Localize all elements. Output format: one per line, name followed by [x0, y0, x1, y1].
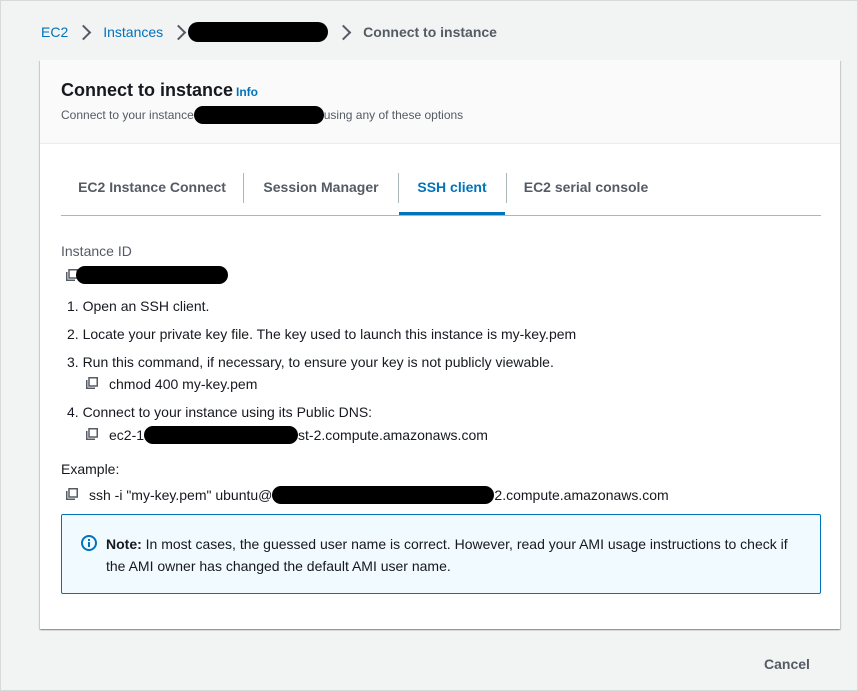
description-prefix: Connect to your instance — [61, 108, 194, 122]
description-suffix: using any of these options — [323, 108, 464, 122]
chmod-command: chmod 400 my-key.pem — [109, 376, 258, 392]
step-1: 1. Open an SSH client. — [67, 298, 210, 314]
copy-icon[interactable] — [86, 377, 98, 389]
dns-prefix: ec2-1 — [109, 427, 145, 443]
connection-tabs: EC2 Instance Connect Session Manager SSH… — [61, 169, 821, 216]
page-title: Connect to instance — [61, 80, 234, 100]
example-label: Example: — [61, 461, 120, 477]
card-description: Connect to your instance using any of th… — [61, 106, 463, 124]
example-host-redacted — [272, 486, 495, 504]
breadcrumb-instances[interactable]: Instances — [103, 24, 163, 40]
instance-name-redacted — [193, 106, 324, 124]
connect-card: Connect to instance Info Connect to your… — [40, 60, 840, 629]
note-bold: Note: — [106, 536, 142, 552]
note-alert: Note: In most cases, the guessed user na… — [61, 514, 821, 594]
instance-id-redacted — [76, 266, 228, 284]
copy-icon[interactable] — [66, 488, 78, 500]
example-prefix: ssh -i "my-key.pem" ubuntu@ — [89, 487, 273, 503]
card-header: Connect to instance Info Connect to your… — [40, 60, 840, 144]
tab-session-manager[interactable]: Session Manager — [244, 169, 398, 213]
info-link[interactable]: Info — [236, 85, 258, 99]
dns-redacted — [144, 426, 299, 444]
cancel-button[interactable]: Cancel — [764, 656, 810, 672]
example-suffix: 2.compute.amazonaws.com — [494, 487, 669, 503]
example-command: ssh -i "my-key.pem" ubuntu@ 2.compute.am… — [89, 486, 669, 504]
breadcrumb-current: Connect to instance — [363, 24, 497, 40]
chevron-right-icon — [335, 24, 352, 40]
note-body: In most cases, the guessed user name is … — [106, 536, 788, 574]
step-4: 4. Connect to your instance using its Pu… — [67, 404, 373, 420]
breadcrumb: EC2 Instances Connect to instance — [41, 22, 497, 42]
chevron-right-icon — [170, 24, 187, 40]
note-text: Note: In most cases, the guessed user na… — [106, 533, 806, 577]
breadcrumb-ec2[interactable]: EC2 — [41, 24, 68, 40]
chevron-right-icon — [75, 24, 92, 40]
breadcrumb-instance-id-redacted[interactable] — [188, 22, 329, 42]
tab-ssh-client[interactable]: SSH client — [399, 169, 505, 215]
tab-ec2-instance-connect[interactable]: EC2 Instance Connect — [61, 169, 243, 213]
tab-ec2-serial-console[interactable]: EC2 serial console — [507, 169, 665, 213]
instance-id-label: Instance ID — [61, 243, 132, 259]
step-2: 2. Locate your private key file. The key… — [67, 326, 577, 342]
dns-suffix: st-2.compute.amazonaws.com — [298, 427, 488, 443]
public-dns-value: ec2-1 st-2.compute.amazonaws.com — [109, 426, 488, 444]
step-3: 3. Run this command, if necessary, to en… — [67, 354, 554, 370]
info-circle-icon — [81, 535, 97, 556]
copy-icon[interactable] — [86, 428, 98, 440]
